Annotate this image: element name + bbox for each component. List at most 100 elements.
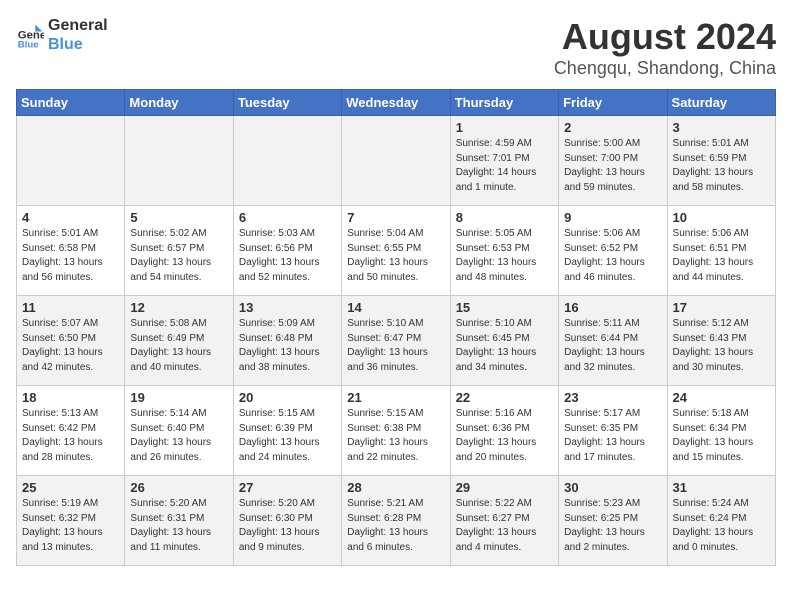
day-info: Sunrise: 5:24 AM Sunset: 6:24 PM Dayligh… [673,497,770,555]
cal-cell: 27 Sunrise: 5:20 AM Sunset: 6:30 PM Dayli… [233,476,341,566]
day-info: Sunrise: 5:09 AM Sunset: 6:48 PM Dayligh… [239,317,336,375]
day-number: 14 [347,300,444,315]
day-number: 8 [456,210,553,225]
day-number: 16 [564,300,661,315]
cal-cell: 18 Sunrise: 5:13 AM Sunset: 6:42 PM Dayli… [17,386,125,476]
cal-cell: 7Sunrise: 5:04 AM Sunset: 6:55 PM Daylig… [342,206,450,296]
day-info: Sunrise: 5:05 AM Sunset: 6:53 PM Dayligh… [456,227,553,285]
day-number: 21 [347,390,444,405]
day-info: Sunrise: 5:18 AM Sunset: 6:34 PM Dayligh… [673,407,770,465]
day-number: 10 [673,210,770,225]
week-row-1: 1Sunrise: 4:59 AM Sunset: 7:01 PM Daylig… [17,116,776,206]
cal-cell: 10 Sunrise: 5:06 AM Sunset: 6:51 PM Dayli… [667,206,775,296]
cal-cell: 12 Sunrise: 5:08 AM Sunset: 6:49 PM Dayli… [125,296,233,386]
main-title: August 2024 [554,16,776,58]
week-row-2: 4 Sunrise: 5:01 AM Sunset: 6:58 PM Daylig… [17,206,776,296]
cal-cell: 8 Sunrise: 5:05 AM Sunset: 6:53 PM Daylig… [450,206,558,296]
day-number: 27 [239,480,336,495]
header-row: SundayMondayTuesdayWednesdayThursdayFrid… [17,90,776,116]
day-number: 19 [130,390,227,405]
header-day-monday: Monday [125,90,233,116]
header-day-thursday: Thursday [450,90,558,116]
day-info: Sunrise: 5:20 AM Sunset: 6:31 PM Dayligh… [130,497,227,555]
day-number: 24 [673,390,770,405]
day-info: Sunrise: 5:01 AM Sunset: 6:58 PM Dayligh… [22,227,119,285]
cal-cell: 20 Sunrise: 5:15 AM Sunset: 6:39 PM Dayli… [233,386,341,476]
day-number: 23 [564,390,661,405]
logo-general: General [48,16,108,35]
day-info: Sunrise: 5:02 AM Sunset: 6:57 PM Dayligh… [130,227,227,285]
header: General Blue General Blue August 2024 Ch… [16,16,776,79]
day-number: 4 [22,210,119,225]
svg-text:Blue: Blue [18,39,39,49]
day-number: 11 [22,300,119,315]
day-number: 31 [673,480,770,495]
day-number: 13 [239,300,336,315]
day-info: Sunrise: 5:11 AM Sunset: 6:44 PM Dayligh… [564,317,661,375]
day-info: Sunrise: 5:15 AM Sunset: 6:38 PM Dayligh… [347,407,444,465]
cal-cell: 17 Sunrise: 5:12 AM Sunset: 6:43 PM Dayli… [667,296,775,386]
cal-cell [125,116,233,206]
day-number: 30 [564,480,661,495]
day-info: Sunrise: 5:03 AM Sunset: 6:56 PM Dayligh… [239,227,336,285]
cal-cell: 31 Sunrise: 5:24 AM Sunset: 6:24 PM Dayli… [667,476,775,566]
day-info: Sunrise: 5:23 AM Sunset: 6:25 PM Dayligh… [564,497,661,555]
day-number: 26 [130,480,227,495]
day-number: 3 [673,120,770,135]
week-row-3: 11 Sunrise: 5:07 AM Sunset: 6:50 PM Dayli… [17,296,776,386]
day-info: Sunrise: 5:19 AM Sunset: 6:32 PM Dayligh… [22,497,119,555]
day-number: 12 [130,300,227,315]
header-day-sunday: Sunday [17,90,125,116]
cal-cell: 25 Sunrise: 5:19 AM Sunset: 6:32 PM Dayli… [17,476,125,566]
logo-blue: Blue [48,35,108,54]
header-day-tuesday: Tuesday [233,90,341,116]
cal-cell: 6Sunrise: 5:03 AM Sunset: 6:56 PM Daylig… [233,206,341,296]
cal-cell: 21 Sunrise: 5:15 AM Sunset: 6:38 PM Dayli… [342,386,450,476]
cal-cell [17,116,125,206]
header-day-friday: Friday [559,90,667,116]
day-number: 18 [22,390,119,405]
day-number: 25 [22,480,119,495]
day-info: Sunrise: 5:07 AM Sunset: 6:50 PM Dayligh… [22,317,119,375]
day-number: 29 [456,480,553,495]
week-row-5: 25 Sunrise: 5:19 AM Sunset: 6:32 PM Dayli… [17,476,776,566]
cal-cell [233,116,341,206]
cal-cell: 19 Sunrise: 5:14 AM Sunset: 6:40 PM Dayli… [125,386,233,476]
day-info: Sunrise: 5:15 AM Sunset: 6:39 PM Dayligh… [239,407,336,465]
day-info: Sunrise: 5:10 AM Sunset: 6:45 PM Dayligh… [456,317,553,375]
cal-cell: 14Sunrise: 5:10 AM Sunset: 6:47 PM Dayli… [342,296,450,386]
cal-cell [342,116,450,206]
day-info: Sunrise: 5:13 AM Sunset: 6:42 PM Dayligh… [22,407,119,465]
day-number: 20 [239,390,336,405]
cal-cell: 3 Sunrise: 5:01 AM Sunset: 6:59 PM Daylig… [667,116,775,206]
cal-cell: 28Sunrise: 5:21 AM Sunset: 6:28 PM Dayli… [342,476,450,566]
day-number: 17 [673,300,770,315]
day-number: 28 [347,480,444,495]
cal-cell: 1Sunrise: 4:59 AM Sunset: 7:01 PM Daylig… [450,116,558,206]
day-info: Sunrise: 5:00 AM Sunset: 7:00 PM Dayligh… [564,137,661,195]
day-info: Sunrise: 4:59 AM Sunset: 7:01 PM Dayligh… [456,137,553,195]
logo-icon: General Blue [16,21,44,49]
cal-cell: 29Sunrise: 5:22 AM Sunset: 6:27 PM Dayli… [450,476,558,566]
day-number: 22 [456,390,553,405]
day-info: Sunrise: 5:08 AM Sunset: 6:49 PM Dayligh… [130,317,227,375]
day-number: 9 [564,210,661,225]
day-info: Sunrise: 5:04 AM Sunset: 6:55 PM Dayligh… [347,227,444,285]
day-info: Sunrise: 5:06 AM Sunset: 6:51 PM Dayligh… [673,227,770,285]
header-day-saturday: Saturday [667,90,775,116]
sub-title: Chengqu, Shandong, China [554,58,776,79]
day-info: Sunrise: 5:01 AM Sunset: 6:59 PM Dayligh… [673,137,770,195]
day-info: Sunrise: 5:12 AM Sunset: 6:43 PM Dayligh… [673,317,770,375]
cal-cell: 5Sunrise: 5:02 AM Sunset: 6:57 PM Daylig… [125,206,233,296]
cal-cell: 15 Sunrise: 5:10 AM Sunset: 6:45 PM Dayli… [450,296,558,386]
day-info: Sunrise: 5:20 AM Sunset: 6:30 PM Dayligh… [239,497,336,555]
cal-cell: 22 Sunrise: 5:16 AM Sunset: 6:36 PM Dayli… [450,386,558,476]
cal-cell: 24 Sunrise: 5:18 AM Sunset: 6:34 PM Dayli… [667,386,775,476]
title-area: August 2024 Chengqu, Shandong, China [554,16,776,79]
day-info: Sunrise: 5:06 AM Sunset: 6:52 PM Dayligh… [564,227,661,285]
day-info: Sunrise: 5:14 AM Sunset: 6:40 PM Dayligh… [130,407,227,465]
day-info: Sunrise: 5:17 AM Sunset: 6:35 PM Dayligh… [564,407,661,465]
day-number: 15 [456,300,553,315]
cal-cell: 4 Sunrise: 5:01 AM Sunset: 6:58 PM Daylig… [17,206,125,296]
day-info: Sunrise: 5:16 AM Sunset: 6:36 PM Dayligh… [456,407,553,465]
